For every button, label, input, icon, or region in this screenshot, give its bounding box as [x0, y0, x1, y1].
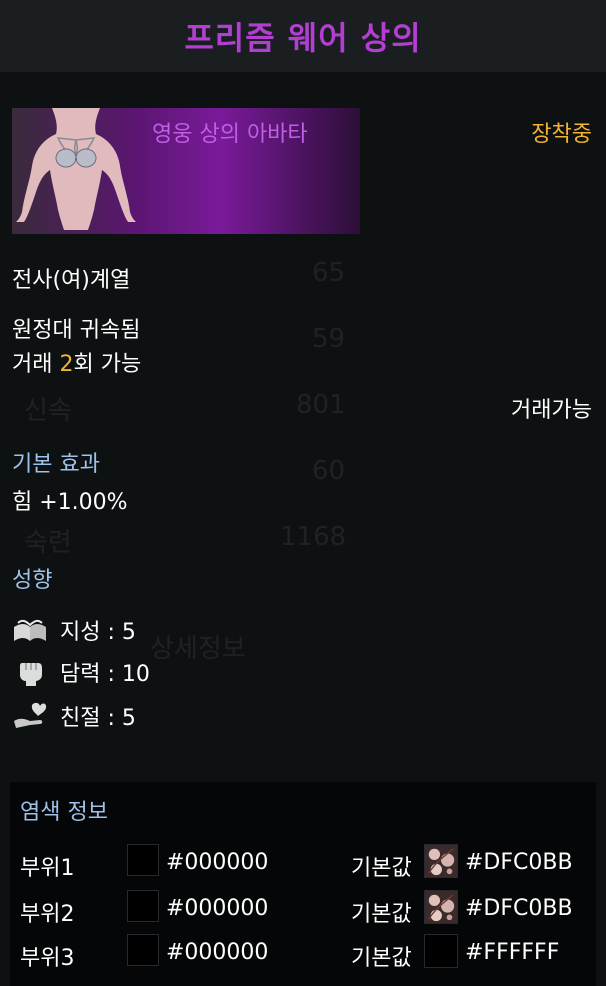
- trade-count: 거래 2회 가능: [12, 346, 141, 378]
- bikini-top-icon: [16, 108, 136, 230]
- traits-label: 성향: [12, 568, 53, 593]
- trade-suffix: 회 가능: [73, 352, 142, 377]
- item-title: 프리즘 웨어 상의: [184, 19, 422, 57]
- dye-row: 부위2 #000000 기본값 #DFC0BB: [10, 890, 596, 930]
- base-effect-label: 기본 효과: [12, 452, 100, 477]
- item-grade-name: 영웅 상의 아바타: [152, 122, 308, 147]
- base-effect-value: 힘 +1.00%: [12, 490, 128, 515]
- heart-hand-icon: [14, 702, 47, 728]
- dye-color-hex: #000000: [166, 940, 269, 965]
- fist-icon: [20, 663, 42, 686]
- ghost-text: 801: [296, 390, 346, 420]
- dye-part-label: 부위3: [20, 946, 75, 971]
- equipped-status: 장착중: [531, 122, 592, 147]
- ghost-text: 59: [312, 324, 346, 354]
- book-icon: [14, 619, 46, 641]
- tradeable-status: 거래가능: [511, 398, 592, 423]
- dye-default-label: 기본값: [351, 856, 412, 881]
- dye-color-hex: #000000: [166, 850, 269, 875]
- dye-default-label: 기본값: [351, 902, 412, 927]
- dye-default-hex: #DFC0BB: [465, 896, 573, 921]
- dye-part-label: 부위2: [20, 902, 75, 927]
- dye-row: 부위3 #000000 기본값 #FFFFFF: [10, 934, 596, 974]
- ghost-text: 신속: [24, 396, 72, 426]
- ghost-text: 1168: [280, 522, 347, 552]
- tooltip-header: 프리즘 웨어 상의: [0, 0, 606, 72]
- trait-row: 친절 : 5: [12, 700, 136, 732]
- floral-pattern-swatch: [424, 890, 458, 924]
- dye-info-title: 염색 정보: [20, 800, 108, 825]
- dye-info-panel: 염색 정보 부위1 #000000 기본값 #DFC0BB 부위2 #00000…: [10, 782, 596, 986]
- trait-row: 지성 : 5: [12, 614, 136, 646]
- trait-text: 지성 : 5: [60, 620, 136, 645]
- dye-color-swatch: [127, 844, 159, 876]
- trait-text: 친절 : 5: [60, 706, 136, 731]
- dye-default-label: 기본값: [351, 946, 412, 971]
- ghost-text: 60: [312, 456, 346, 486]
- trade-prefix: 거래: [12, 352, 60, 377]
- dye-color-hex: #000000: [166, 896, 269, 921]
- floral-pattern-swatch: [424, 844, 458, 878]
- trade-count-value: 2: [59, 352, 74, 377]
- ghost-text: 상세정보: [150, 634, 246, 664]
- dye-color-swatch: [127, 890, 159, 922]
- trait-text: 담력 : 10: [60, 662, 150, 687]
- ghost-text: 숙련: [24, 528, 72, 558]
- bound-status: 원정대 귀속됨: [12, 318, 141, 343]
- dye-default-hex: #FFFFFF: [465, 940, 560, 965]
- dye-default-hex: #DFC0BB: [465, 850, 573, 875]
- dye-default-swatch: [424, 934, 458, 968]
- trait-row: 담력 : 10: [12, 656, 150, 688]
- ghost-text: 65: [312, 258, 346, 288]
- dye-row: 부위1 #000000 기본값 #DFC0BB: [10, 844, 596, 884]
- class-requirement: 전사(여)계열: [12, 268, 131, 293]
- dye-part-label: 부위1: [20, 856, 75, 881]
- dye-color-swatch: [127, 934, 159, 966]
